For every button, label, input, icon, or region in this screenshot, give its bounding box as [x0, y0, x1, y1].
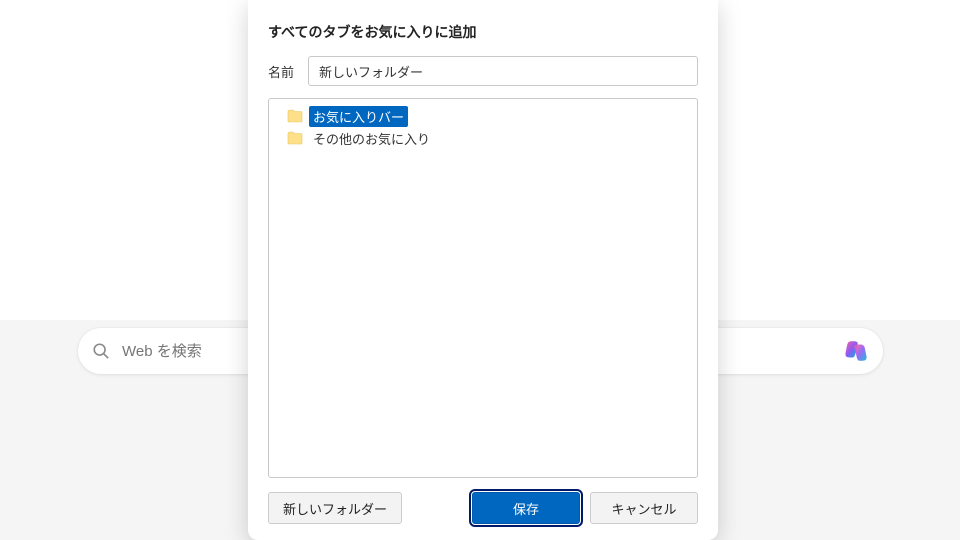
save-button[interactable]: 保存 — [472, 492, 580, 524]
cancel-button[interactable]: キャンセル — [590, 492, 698, 524]
tree-item-favorites-bar[interactable]: お気に入りバー — [273, 105, 693, 127]
tree-item-other-favorites[interactable]: その他のお気に入り — [273, 127, 693, 149]
folder-name-input[interactable] — [308, 56, 698, 86]
tree-item-label: お気に入りバー — [309, 106, 408, 127]
new-folder-button[interactable]: 新しいフォルダー — [268, 492, 402, 524]
folder-tree[interactable]: お気に入りバー その他のお気に入り — [268, 98, 698, 478]
dialog-button-row: 新しいフォルダー 保存 キャンセル — [268, 492, 698, 524]
tree-item-label: その他のお気に入り — [309, 128, 434, 149]
folder-icon — [287, 131, 303, 145]
add-favorites-dialog: すべてのタブをお気に入りに追加 名前 お気に入りバー その他のお気に入り 新しい… — [248, 0, 718, 540]
dialog-title: すべてのタブをお気に入りに追加 — [268, 22, 698, 42]
search-icon — [92, 342, 110, 360]
name-label: 名前 — [268, 62, 294, 81]
copilot-icon[interactable] — [843, 338, 869, 364]
name-row: 名前 — [268, 56, 698, 86]
folder-icon — [287, 109, 303, 123]
